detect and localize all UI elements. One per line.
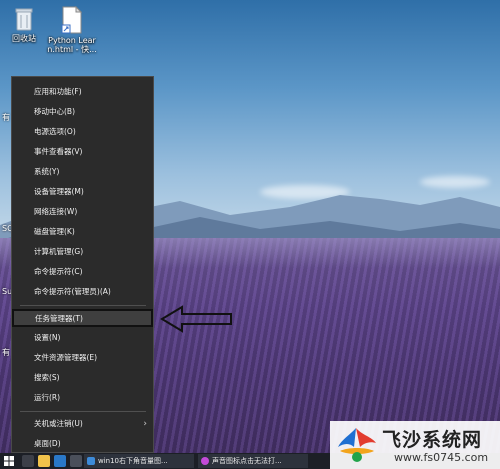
menu-item-computer-management[interactable]: 计算机管理(G) bbox=[12, 243, 153, 261]
menu-item-mobility-center[interactable]: 移动中心(B) bbox=[12, 103, 153, 121]
document-icon bbox=[61, 5, 83, 34]
taskbar-window-button[interactable]: 声音图标点击无法打... bbox=[198, 454, 308, 468]
windows-start-icon[interactable] bbox=[4, 456, 14, 466]
taskbar-window-title: 声音图标点击无法打... bbox=[212, 457, 282, 465]
menu-item-shutdown[interactable]: 关机或注销(U) › bbox=[12, 415, 153, 433]
menu-item-disk-management[interactable]: 磁盘管理(K) bbox=[12, 223, 153, 241]
annotation-arrow-icon bbox=[160, 305, 232, 333]
menu-item-shutdown-label: 关机或注销(U) bbox=[34, 419, 83, 428]
watermark-logo-icon bbox=[338, 428, 376, 462]
app-icon[interactable] bbox=[70, 455, 82, 467]
window-app-icon bbox=[201, 457, 209, 465]
recycle-bin-desktop-icon[interactable]: 回收站 bbox=[6, 6, 42, 43]
menu-item-apps-features[interactable]: 应用和功能(F) bbox=[12, 83, 153, 101]
watermark-title: 飞沙系统网 bbox=[382, 429, 483, 451]
recycle-bin-label: 回收站 bbox=[12, 34, 36, 43]
menu-separator bbox=[20, 411, 146, 412]
window-app-icon bbox=[87, 457, 95, 465]
menu-item-run[interactable]: 运行(R) bbox=[12, 389, 153, 407]
menu-item-command-prompt-admin[interactable]: 命令提示符(管理员)(A) bbox=[12, 283, 153, 301]
menu-item-network[interactable]: 网络连接(W) bbox=[12, 203, 153, 221]
file-explorer-icon[interactable] bbox=[38, 455, 50, 467]
shortcut-label-line1: Python Lear bbox=[48, 36, 96, 45]
shortcut-label-line2: n.html - 快... bbox=[47, 45, 97, 54]
menu-item-search[interactable]: 搜索(S) bbox=[12, 369, 153, 387]
partial-desktop-label: 有 bbox=[2, 348, 10, 357]
menu-item-device-manager[interactable]: 设备管理器(M) bbox=[12, 183, 153, 201]
partial-desktop-label: 有 bbox=[2, 113, 10, 122]
menu-item-file-explorer[interactable]: 文件资源管理器(E) bbox=[12, 349, 153, 367]
python-html-shortcut[interactable]: Python Lear n.html - 快... bbox=[46, 5, 98, 54]
menu-item-settings[interactable]: 设置(N) bbox=[12, 329, 153, 347]
menu-item-event-viewer[interactable]: 事件查看器(V) bbox=[12, 143, 153, 161]
winx-context-menu: 应用和功能(F) 移动中心(B) 电源选项(O) 事件查看器(V) 系统(Y) … bbox=[11, 76, 154, 453]
menu-item-power-options[interactable]: 电源选项(O) bbox=[12, 123, 153, 141]
taskbar-window-button[interactable]: win10右下角音量图... bbox=[84, 454, 194, 468]
recycle-bin-icon bbox=[13, 6, 35, 32]
menu-separator bbox=[20, 305, 146, 306]
chevron-right-icon: › bbox=[143, 419, 147, 429]
taskbar-window-title: win10右下角音量图... bbox=[98, 457, 168, 465]
menu-item-system[interactable]: 系统(Y) bbox=[12, 163, 153, 181]
edge-browser-icon[interactable] bbox=[54, 455, 66, 467]
menu-item-command-prompt[interactable]: 命令提示符(C) bbox=[12, 263, 153, 281]
search-icon[interactable] bbox=[22, 455, 34, 467]
site-watermark: 飞沙系统网 www.fs0745.com bbox=[330, 421, 500, 469]
menu-item-desktop[interactable]: 桌面(D) bbox=[12, 435, 153, 453]
menu-item-task-manager[interactable]: 任务管理器(T) bbox=[12, 309, 153, 327]
watermark-url: www.fs0745.com bbox=[394, 451, 489, 464]
